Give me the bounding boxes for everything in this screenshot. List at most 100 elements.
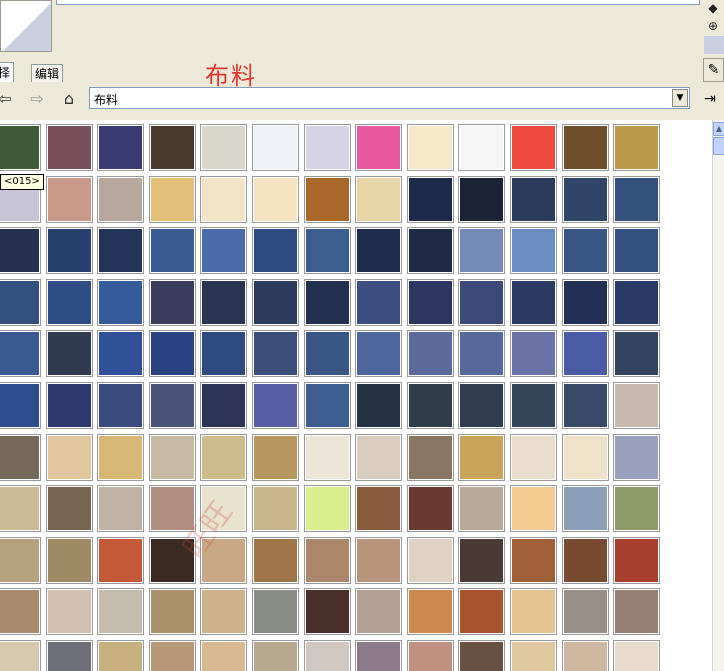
material-swatch[interactable] [46,537,93,584]
details-arrow-icon[interactable]: ⇥ [700,89,720,109]
material-swatch[interactable] [407,330,454,377]
material-swatch[interactable] [149,640,196,671]
material-swatch[interactable] [149,537,196,584]
material-swatch[interactable] [304,279,351,326]
material-swatch[interactable] [200,537,247,584]
material-swatch[interactable] [562,382,609,429]
material-swatch[interactable] [510,227,557,274]
material-swatch[interactable] [149,588,196,635]
material-swatch[interactable] [355,588,402,635]
material-swatch[interactable] [252,227,299,274]
material-swatch[interactable] [252,485,299,532]
back-arrow-icon[interactable]: ⇦ [0,88,16,110]
material-swatch[interactable] [46,279,93,326]
chevron-down-icon[interactable]: ▼ [672,89,688,107]
material-swatch[interactable] [458,382,505,429]
material-swatch[interactable] [407,124,454,171]
material-swatch[interactable] [407,485,454,532]
material-swatch[interactable] [510,434,557,481]
material-swatch[interactable] [46,124,93,171]
material-swatch[interactable] [252,330,299,377]
material-swatch[interactable] [613,227,660,274]
material-swatch[interactable] [200,485,247,532]
material-swatch[interactable] [149,124,196,171]
material-swatch[interactable] [355,330,402,377]
material-swatch[interactable] [510,176,557,223]
material-swatch[interactable] [97,434,144,481]
material-swatch[interactable] [458,227,505,274]
material-swatch[interactable] [0,330,41,377]
material-swatch[interactable] [200,124,247,171]
material-swatch[interactable] [46,640,93,671]
material-swatch[interactable] [97,640,144,671]
material-swatch[interactable] [304,434,351,481]
material-swatch[interactable] [510,537,557,584]
material-swatch[interactable] [149,434,196,481]
material-swatch[interactable] [458,588,505,635]
material-swatch[interactable] [252,124,299,171]
material-swatch[interactable] [0,124,41,171]
material-swatch[interactable] [562,330,609,377]
material-swatch[interactable] [46,485,93,532]
material-swatch[interactable] [0,640,41,671]
material-swatch[interactable] [0,227,41,274]
material-swatch[interactable] [355,279,402,326]
material-swatch[interactable] [46,434,93,481]
material-swatch[interactable] [97,227,144,274]
material-swatch[interactable] [562,279,609,326]
material-swatch[interactable] [407,382,454,429]
material-swatch[interactable] [458,176,505,223]
material-swatch[interactable] [304,176,351,223]
material-swatch[interactable] [562,485,609,532]
material-swatch[interactable] [407,227,454,274]
material-swatch[interactable] [46,330,93,377]
eyedropper-icon[interactable]: ✎ [703,58,724,82]
material-swatch[interactable] [0,485,41,532]
material-swatch[interactable] [407,279,454,326]
material-swatch[interactable] [97,588,144,635]
material-swatch[interactable] [200,640,247,671]
material-swatch[interactable] [458,330,505,377]
create-material-icon[interactable]: ⊕ [704,18,722,34]
material-swatch[interactable] [458,279,505,326]
material-swatch[interactable] [304,485,351,532]
material-swatch[interactable] [355,434,402,481]
material-swatch[interactable] [200,330,247,377]
material-swatch[interactable] [149,279,196,326]
material-swatch[interactable] [458,434,505,481]
material-swatch[interactable] [562,434,609,481]
material-swatch[interactable] [355,382,402,429]
material-swatch[interactable] [407,588,454,635]
material-swatch[interactable] [149,485,196,532]
material-swatch[interactable] [407,537,454,584]
material-swatch[interactable] [149,176,196,223]
material-swatch[interactable] [46,588,93,635]
material-swatch[interactable] [355,176,402,223]
material-swatch[interactable] [613,124,660,171]
material-swatch[interactable] [613,640,660,671]
material-swatch[interactable] [355,537,402,584]
material-swatch[interactable] [252,588,299,635]
material-name-field[interactable] [56,0,700,5]
material-swatch[interactable] [97,124,144,171]
vertical-scrollbar[interactable]: ▲ [712,120,724,671]
material-swatch[interactable] [252,382,299,429]
material-swatch[interactable] [562,537,609,584]
material-swatch[interactable] [355,640,402,671]
material-swatch[interactable] [97,330,144,377]
material-swatch[interactable] [200,588,247,635]
material-swatch[interactable] [613,537,660,584]
material-swatch[interactable] [458,537,505,584]
material-swatch[interactable] [200,434,247,481]
material-swatch[interactable] [0,588,41,635]
material-swatch[interactable] [0,537,41,584]
material-swatch[interactable] [304,382,351,429]
material-swatch[interactable] [46,382,93,429]
location-dropdown[interactable]: 布料 ▼ [89,87,690,109]
material-swatch[interactable] [510,382,557,429]
material-swatch[interactable] [97,485,144,532]
material-swatch[interactable] [252,176,299,223]
material-swatch[interactable] [0,382,41,429]
material-swatch[interactable] [510,485,557,532]
material-swatch[interactable] [613,330,660,377]
